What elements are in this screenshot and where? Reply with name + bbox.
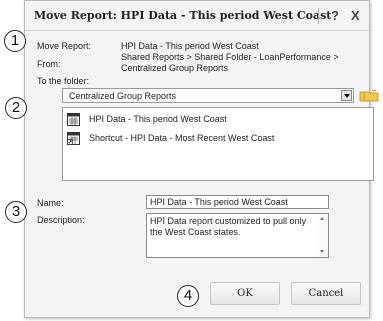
new-folder-icon[interactable] [363,88,379,102]
from-path-line1: Shared Reports > Shared Folder - LoanPer… [121,52,339,62]
description-field[interactable]: HPI Data report customized to pull only … [146,213,329,258]
cancel-button[interactable]: Cancel [291,282,361,305]
help-button[interactable]: ? [331,8,339,23]
from-path-line2: Centralized Group Reports [121,63,229,73]
close-button[interactable]: X [351,8,360,23]
description-scrollbar[interactable] [317,214,328,257]
folder-select[interactable]: Centralized Group Reports [62,88,354,103]
chevron-down-icon[interactable] [341,90,352,101]
description-label: Description: [37,215,85,225]
report-shortcut-icon [67,132,80,145]
dialog-titlebar: Move Report: HPI Data - This period West… [25,1,369,31]
scroll-down-icon[interactable] [320,250,324,253]
dialog-title: Move Report: HPI Data - This period West… [34,9,332,22]
name-field[interactable]: HPI Data - This period West Coast [146,195,329,209]
report-icon [67,113,80,126]
callout-marker-4: 4 [177,285,199,307]
from-label: From: [37,59,61,69]
move-report-value: HPI Data - This period West Coast [121,41,259,51]
callout-marker-3: 3 [5,201,27,223]
description-text: HPI Data report customized to pull only … [150,216,307,237]
folder-select-value: Centralized Group Reports [69,91,177,101]
move-report-label: Move Report: [37,41,92,51]
name-label: Name: [37,198,64,208]
callout-marker-1: 1 [4,30,26,52]
list-item-label: HPI Data - This period West Coast [89,114,227,124]
titlebar-divider [318,8,319,24]
ok-button[interactable]: OK [210,282,280,305]
callout-marker-2: 2 [5,97,27,119]
move-report-dialog: Move Report: HPI Data - This period West… [24,0,375,318]
to-folder-label: To the folder: [37,76,90,86]
folder-contents-list[interactable]: HPI Data - This period West Coast Shortc… [62,107,374,181]
list-item-label: Shortcut - HPI Data - Most Recent West C… [89,133,275,143]
scroll-up-icon[interactable] [320,217,324,220]
